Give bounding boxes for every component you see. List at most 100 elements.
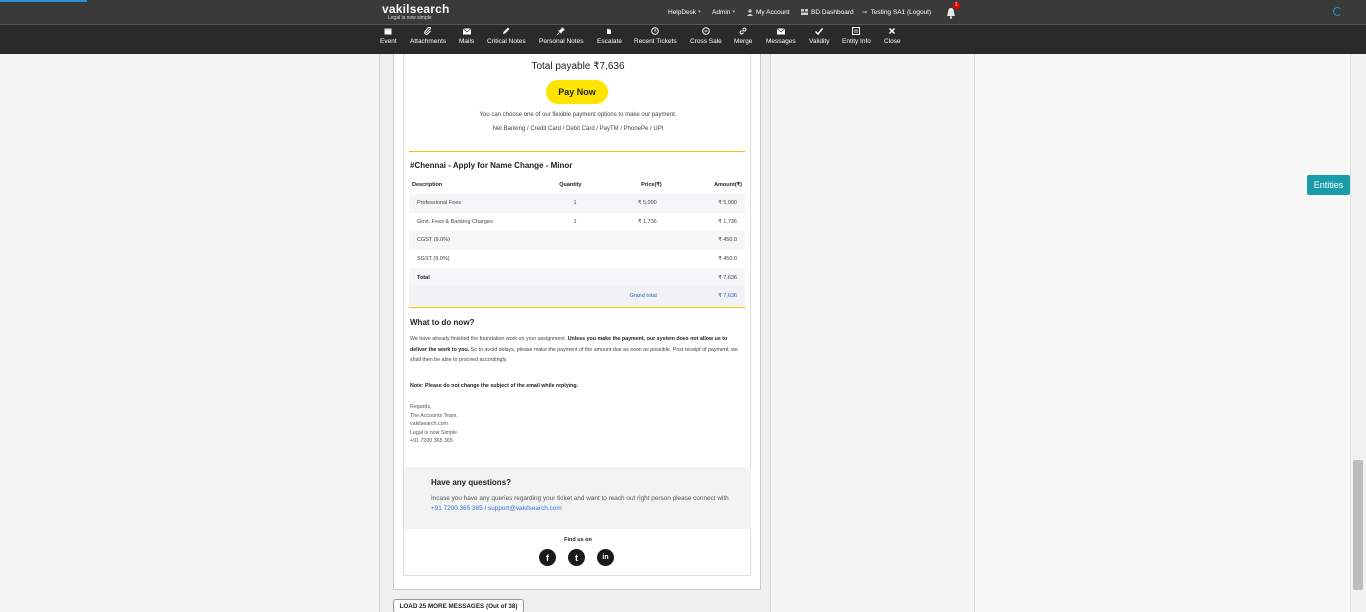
row-quantity: 1 — [539, 194, 585, 213]
grand-total-row: Grand total ₹ 7,636 — [409, 286, 745, 306]
logout-icon: ⇒ — [862, 9, 868, 16]
toolbar-validity[interactable]: Validity — [809, 27, 829, 53]
toolbar-escalate[interactable]: Escalate — [597, 27, 622, 53]
toolbar-cross-sale[interactable]: Cross Sale — [690, 27, 722, 53]
signature-line: vakilsearch.com — [410, 421, 448, 427]
toolbar-escalate-label: Escalate — [597, 38, 622, 45]
load-more-messages-button[interactable]: LOAD 25 MORE MESSAGES (Out of 38) — [393, 599, 524, 612]
close-icon — [884, 27, 901, 38]
row-amount: ₹ 450.0 — [664, 231, 745, 250]
toolbar-messages[interactable]: Messages — [766, 27, 796, 53]
row-price: ₹ 1,736 — [637, 218, 657, 225]
nav-bd-dashboard[interactable]: BD Dashboard — [801, 0, 854, 24]
page-scrollbar[interactable] — [1350, 54, 1366, 612]
toolbar-mails-label: Mails — [459, 38, 475, 45]
toolbar-validity-label: Validity — [809, 38, 830, 45]
calendar-icon — [380, 27, 397, 38]
find-us-label: Find us on — [564, 537, 592, 543]
table-row: Professional Fees 1 ₹ 5,000 ₹ 5,000 — [409, 194, 745, 213]
nav-bd-dashboard-label: BD Dashboard — [811, 8, 854, 16]
row-quantity — [539, 250, 584, 269]
toolbar-recent-tickets[interactable]: Recent Tickets — [634, 27, 677, 53]
questions-body: Incase you have any queries regarding yo… — [431, 494, 731, 514]
notification-badge: 1 — [953, 2, 960, 9]
signature-line: +91 7200 365 365 — [410, 438, 453, 444]
nav-admin[interactable]: Admin ▾ — [712, 0, 735, 24]
chevron-down-icon: ▾ — [732, 9, 735, 15]
support-contact-link[interactable]: +91 7200 365 365 / support@vakilsearch.c… — [431, 505, 562, 512]
what-to-do-text: We have already finished the foundation … — [410, 336, 568, 342]
logo[interactable]: vakilsearch Legal is now simple — [382, 3, 450, 21]
toolbar-messages-label: Messages — [766, 38, 796, 45]
toolbar-entity-info-label: Entity Info — [842, 38, 871, 45]
toolbar-entity-info[interactable]: Entity Info — [842, 27, 871, 53]
toolbar-recent-tickets-label: Recent Tickets — [634, 38, 677, 45]
toolbar-close[interactable]: Close — [884, 27, 901, 53]
dashboard-icon — [801, 9, 808, 15]
table-row: SGST (9.0%) ₹ 450.0 — [409, 250, 745, 269]
header-description: Description — [412, 182, 443, 188]
divider — [409, 307, 745, 308]
nav-logout-label: Testing SA1 (Logout) — [870, 8, 932, 16]
toolbar-attachments[interactable]: Attachments — [410, 26, 446, 53]
row-description: Professional Fees — [409, 194, 540, 213]
toolbar-event-label: Event — [380, 38, 397, 45]
escalate-icon — [597, 27, 622, 38]
toolbar-event[interactable]: Event — [380, 27, 397, 53]
toolbar-personal-notes-label: Personal Notes — [539, 38, 584, 45]
toolbar-cross-sale-label: Cross Sale — [690, 38, 722, 45]
signature-line: Legal is now Simple — [410, 429, 458, 436]
nav-logout[interactable]: ⇒ Testing SA1 (Logout) — [862, 0, 931, 24]
mail-icon — [459, 27, 474, 38]
nav-my-account[interactable]: My Account — [747, 0, 790, 24]
ticket-toolbar: Event Attachments Mails Critical Notes P… — [0, 24, 1366, 54]
top-header: vakilsearch Legal is now simple HelpDesk… — [0, 0, 1366, 24]
row-price — [585, 250, 665, 269]
entity-icon — [842, 27, 871, 38]
row-description: Total — [409, 268, 540, 287]
signature-line: Regards, — [410, 404, 432, 410]
what-to-do-body: We have already finished the foundation … — [410, 334, 744, 366]
row-price: ₹ 5,000 — [584, 194, 665, 213]
toolbar-close-label: Close — [884, 38, 901, 45]
scrollbar-thumb[interactable] — [1353, 460, 1363, 590]
loading-spinner-icon — [1333, 7, 1342, 16]
clock-icon — [634, 27, 677, 38]
toolbar-merge[interactable]: Merge — [734, 27, 752, 53]
nav-my-account-label: My Account — [756, 8, 790, 16]
order-title: #Chennai - Apply for Name Change - Minor — [410, 161, 573, 170]
message-icon — [766, 27, 796, 38]
details-pane — [975, 54, 1350, 612]
toolbar-merge-label: Merge — [734, 38, 753, 45]
grand-total-value: ₹ 7,636 — [664, 286, 745, 306]
table-row: CGST (9.0%) ₹ 450.0 — [409, 231, 745, 250]
link-icon — [734, 27, 752, 38]
toolbar-critical-notes-label: Critical Notes — [487, 38, 526, 45]
right-pane — [771, 54, 975, 612]
twitter-icon[interactable]: t — [568, 549, 585, 566]
row-quantity — [539, 268, 585, 287]
toolbar-critical-notes[interactable]: Critical Notes — [487, 27, 526, 53]
linkedin-icon[interactable]: in — [597, 549, 614, 566]
table-header-row: Description Quantity Price(₹) Amount(₹) — [409, 176, 745, 194]
logo-name: vakilsearch — [382, 2, 450, 16]
row-amount: ₹ 450.0 — [718, 256, 737, 263]
pencil-icon — [487, 27, 526, 38]
signature: Regards, The Accounts Team, vakilsearch.… — [410, 403, 458, 446]
table-row: Total ₹ 7,636 — [409, 268, 745, 287]
facebook-icon[interactable]: f — [539, 549, 556, 566]
left-pane — [0, 54, 380, 612]
pay-now-button[interactable]: Pay Now — [546, 80, 608, 104]
pin-icon — [539, 27, 583, 38]
header-amount: Amount(₹) — [714, 182, 742, 188]
row-quantity: 1 — [573, 218, 577, 225]
nav-helpdesk[interactable]: HelpDesk ▾ — [668, 0, 701, 24]
what-to-do-title: What to do now? — [410, 318, 475, 327]
paperclip-icon — [410, 26, 446, 38]
toolbar-personal-notes[interactable]: Personal Notes — [539, 27, 583, 53]
toolbar-mails[interactable]: Mails — [459, 27, 474, 53]
chevron-down-icon: ▾ — [698, 9, 701, 15]
entities-button[interactable]: Entities — [1307, 175, 1350, 195]
check-icon — [809, 27, 829, 38]
header-price: Price(₹) — [641, 182, 662, 188]
